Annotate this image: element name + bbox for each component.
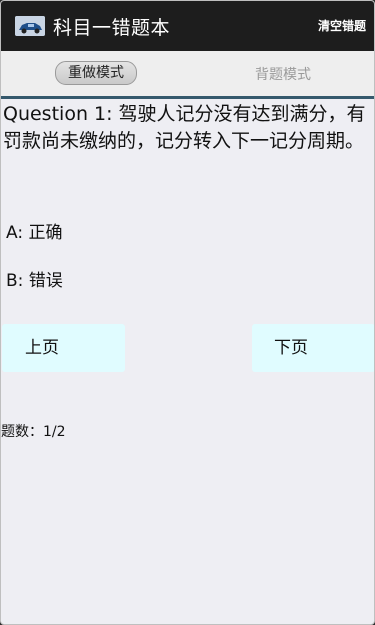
tab-redo-mode[interactable]: 重做模式	[55, 61, 137, 85]
prev-page-button[interactable]: 上页	[2, 324, 125, 372]
option-a[interactable]: A: 正确	[6, 218, 62, 243]
question-count: 题数：1/2	[1, 421, 66, 441]
question-text: Question 1: 驾驶人记分没有达到满分，有罚款尚未缴纳的，记分转入下一记…	[3, 103, 366, 152]
page-title: 科目一错题本	[53, 16, 171, 39]
title-bar: 科目一错题本 清空错题	[1, 1, 374, 51]
option-b[interactable]: B: 错误	[6, 266, 63, 291]
question-count-value: 1/2	[43, 424, 66, 440]
car-app-icon	[15, 16, 45, 36]
tab-recite-mode[interactable]: 背题模式	[241, 64, 325, 84]
next-page-button[interactable]: 下页	[252, 324, 374, 372]
app-window: 科目一错题本 清空错题 重做模式 背题模式 Question 1: 驾驶人记分没…	[0, 0, 375, 625]
mode-tab-bar: 重做模式 背题模式	[1, 51, 374, 99]
question-count-label: 题数：	[1, 424, 43, 440]
clear-wrong-answers-button[interactable]: 清空错题	[318, 17, 366, 34]
